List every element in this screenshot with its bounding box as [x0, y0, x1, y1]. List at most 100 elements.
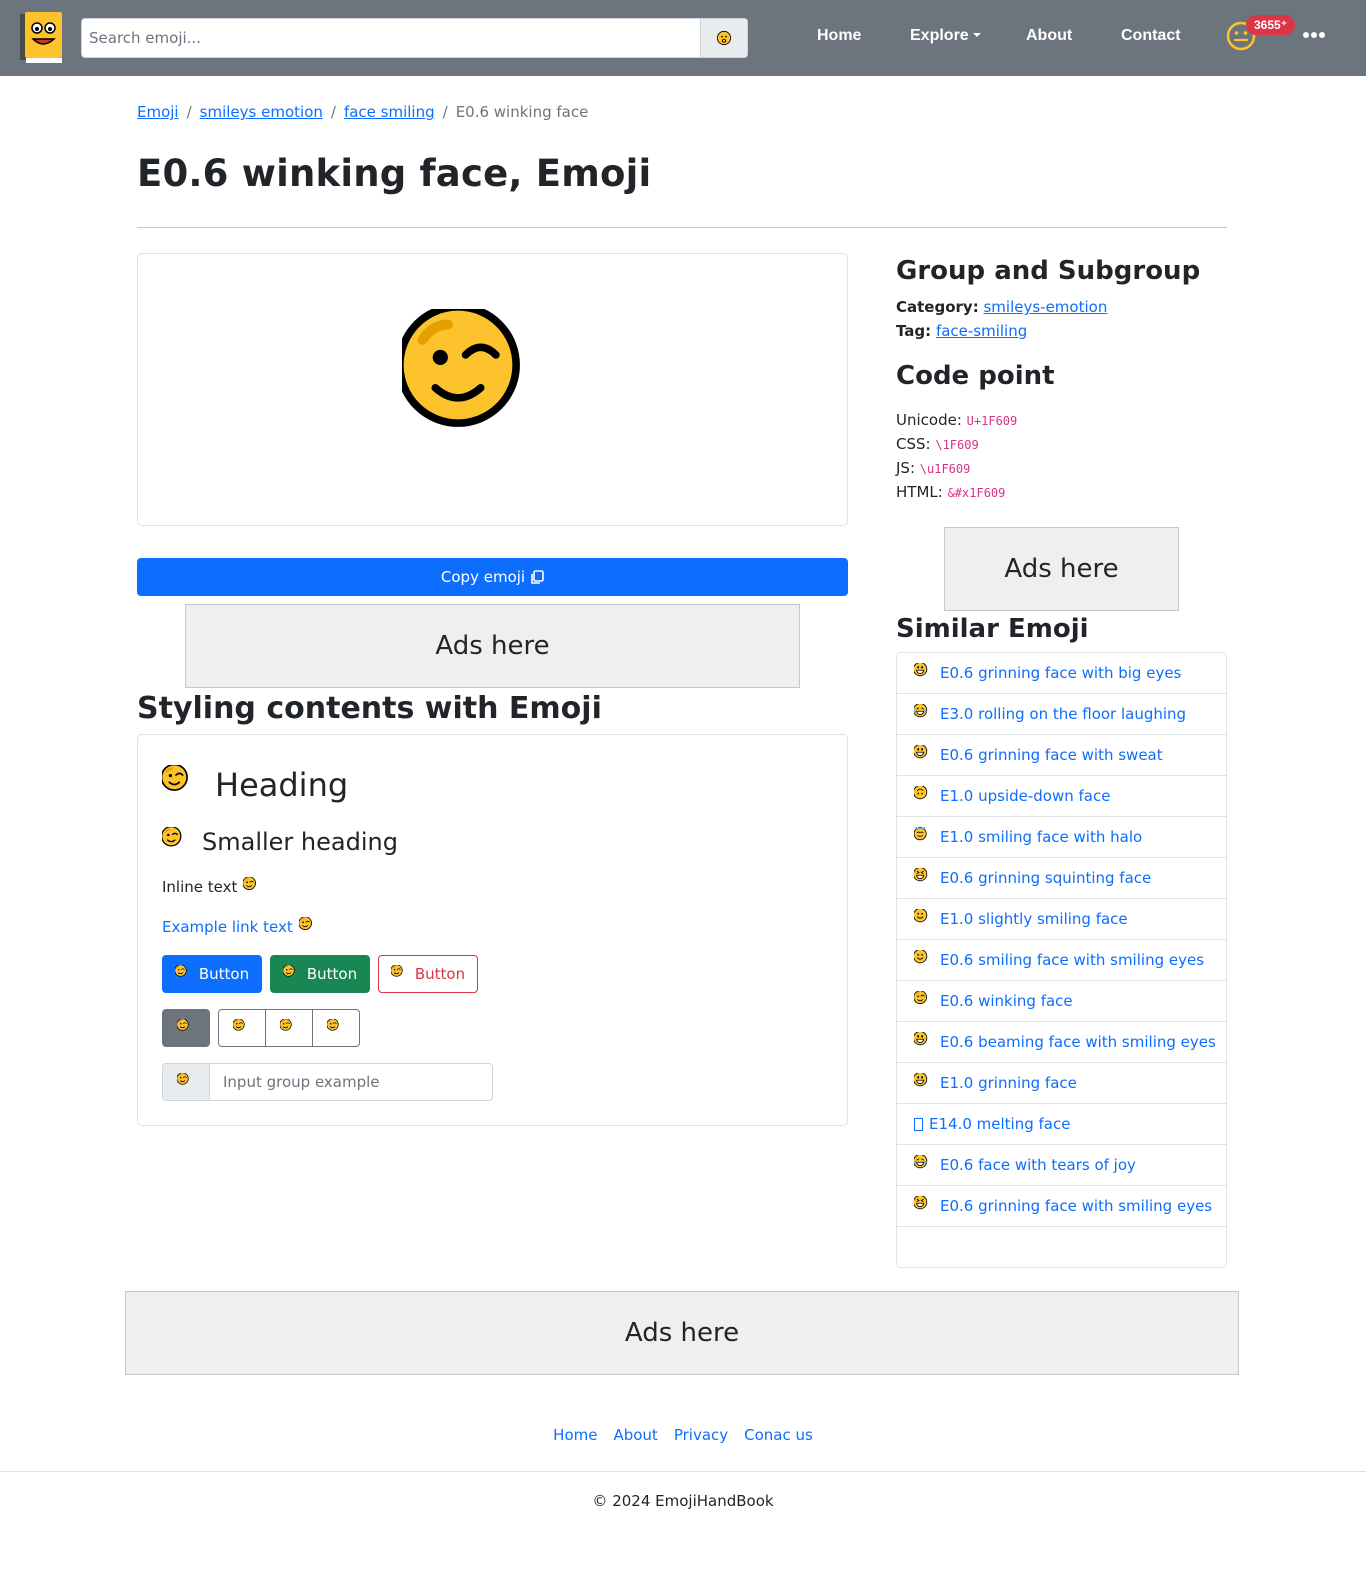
similar-emoji-item[interactable]: E1.0 slightly smiling face [897, 899, 1226, 940]
html-value: &#x1F609 [947, 486, 1006, 500]
similar-emoji-item[interactable]: E0.6 smiling face with smiling eyes [897, 940, 1226, 981]
more-options-icon[interactable] [1302, 29, 1326, 41]
search-input[interactable] [82, 19, 701, 57]
category-link[interactable]: smileys-emotion [983, 298, 1107, 316]
similar-emoji-item[interactable]: E1.0 grinning face [897, 1063, 1226, 1104]
similar-emoji-item[interactable]: E0.6 grinning face with big eyes [897, 653, 1226, 694]
similar-emoji-item[interactable]: E1.0 upside-down face [897, 776, 1226, 817]
similar-emoji-link[interactable]: E0.6 face with tears of joy [940, 1156, 1136, 1174]
footer-divider [0, 1471, 1366, 1472]
input-group-field[interactable] [211, 1064, 491, 1100]
similar-emoji-item[interactable]: E1.0 smiling face with halo [897, 817, 1226, 858]
breadcrumb-subcategory[interactable]: face smiling [344, 103, 435, 121]
ad-label: Ads here [624, 1318, 740, 1348]
styling-section-title: Styling contents with Emoji [137, 691, 602, 726]
slightly-smiling-icon [914, 909, 934, 929]
similar-emoji-empty-row [897, 1227, 1226, 1267]
squinting-icon [914, 868, 934, 888]
copy-emoji-button[interactable]: Copy emoji [137, 558, 848, 596]
similar-emoji-item[interactable]: E0.6 beaming face with smiling eyes [897, 1022, 1226, 1063]
similar-emoji-link[interactable]: E1.0 smiling face with halo [940, 828, 1142, 846]
similar-emoji-item[interactable]: E0.6 face with tears of joy [897, 1145, 1226, 1186]
unicode-line: Unicode: U+1F609 [896, 409, 1017, 432]
tag-link[interactable]: face-smiling [936, 322, 1027, 340]
footer-privacy[interactable]: Privacy [674, 1424, 728, 1446]
breadcrumb-emoji[interactable]: Emoji [137, 103, 179, 121]
demo-heading-text: Heading [215, 766, 349, 804]
similar-emoji-link[interactable]: E1.0 grinning face [940, 1074, 1077, 1092]
footer-home[interactable]: Home [553, 1424, 597, 1446]
search-bar [81, 18, 748, 58]
demo-primary-button[interactable]: Button [162, 955, 262, 993]
emojihandbook-logo[interactable] [20, 12, 63, 64]
demo-success-button[interactable]: Button [270, 955, 370, 993]
category-label: Category: [896, 298, 979, 316]
css-line: CSS: \1F609 [896, 433, 979, 456]
ad-banner-bottom: Ads here [125, 1291, 1239, 1375]
search-emoji-button[interactable] [700, 19, 747, 57]
input-addon [163, 1064, 210, 1100]
emoji-preview-card [137, 253, 848, 526]
upside-down-icon [914, 786, 934, 806]
demo-heading: Heading [162, 765, 348, 805]
similar-emoji-item[interactable]: E0.6 winking face [897, 981, 1226, 1022]
footer-contact[interactable]: Conac us [744, 1424, 813, 1446]
copy-icon [531, 569, 544, 584]
breadcrumb-category[interactable]: smileys emotion [200, 103, 323, 121]
similar-emoji-item[interactable]: E0.6 grinning face with sweat [897, 735, 1226, 776]
nav-contact[interactable]: Contact [1121, 25, 1181, 47]
winking-face-large-icon [402, 309, 584, 491]
unicode-label: Unicode: [896, 411, 962, 429]
demo-inline-text: Inline text [162, 877, 263, 897]
similar-emoji-link[interactable]: E14.0 melting face [929, 1115, 1070, 1133]
nav-about[interactable]: About [1026, 25, 1072, 47]
html-line: HTML: &#x1F609 [896, 481, 1005, 504]
nav-home[interactable]: Home [817, 25, 861, 47]
winking-face-icon [177, 1073, 195, 1091]
tears-of-joy-icon [914, 1155, 934, 1175]
worried-face-icon [714, 28, 734, 48]
demo-toggle-button[interactable] [162, 1009, 210, 1047]
button-group-item[interactable] [265, 1010, 312, 1046]
html-label: HTML: [896, 483, 943, 501]
similar-emoji-link[interactable]: E0.6 grinning squinting face [940, 869, 1151, 887]
tag-line: Tag: face-smiling [896, 320, 1027, 342]
navbar: Home Explore About Contact 3655⁺ [0, 0, 1366, 76]
similar-emoji-link[interactable]: E0.6 smiling face with smiling eyes [940, 951, 1204, 969]
similar-emoji-link[interactable]: E3.0 rolling on the floor laughing [940, 705, 1186, 723]
similar-emoji-link[interactable]: E0.6 grinning face with smiling eyes [940, 1197, 1212, 1215]
beaming-icon [914, 1032, 934, 1052]
nav-explore-dropdown[interactable]: Explore [910, 25, 981, 47]
grinning-big-eyes-icon [914, 663, 934, 683]
similar-emoji-link[interactable]: E0.6 beaming face with smiling eyes [940, 1033, 1216, 1051]
winking-face-icon [391, 965, 409, 983]
nav-explore-label: Explore [910, 27, 969, 44]
footer-about[interactable]: About [613, 1424, 657, 1446]
button-label: Button [198, 965, 250, 983]
styling-demo-card: Heading Smaller heading Inline text Exam… [137, 734, 848, 1126]
similar-emoji-link[interactable]: E0.6 grinning face with sweat [940, 746, 1163, 764]
codepoint-title: Code point [896, 361, 1055, 391]
winking-icon [914, 991, 934, 1011]
button-group-item[interactable] [312, 1010, 359, 1046]
demo-outline-danger-button[interactable]: Button [378, 955, 478, 993]
similar-emoji-item[interactable]: E0.6 grinning face with smiling eyes [897, 1186, 1226, 1227]
ad-banner-left: Ads here [185, 604, 800, 688]
grinning-sweat-icon [914, 745, 934, 765]
demo-button-group [218, 1009, 360, 1047]
similar-emoji-link[interactable]: E0.6 grinning face with big eyes [940, 664, 1181, 682]
js-label: JS: [896, 459, 915, 477]
similar-emoji-link[interactable]: E0.6 winking face [940, 992, 1073, 1010]
button-group-item[interactable] [219, 1010, 265, 1046]
winking-face-icon [175, 965, 193, 983]
similar-emoji-item[interactable]: E14.0 melting face [897, 1104, 1226, 1145]
winking-face-icon [283, 965, 301, 983]
similar-emoji-link[interactable]: E1.0 upside-down face [940, 787, 1110, 805]
similar-emoji-item[interactable]: E0.6 grinning squinting face [897, 858, 1226, 899]
rofl-icon [914, 704, 934, 724]
similar-emoji-item[interactable]: E3.0 rolling on the floor laughing [897, 694, 1226, 735]
breadcrumb-separator: / [186, 103, 192, 121]
notification-badge: 3655⁺ [1246, 15, 1296, 35]
similar-emoji-link[interactable]: E1.0 slightly smiling face [940, 910, 1128, 928]
example-link[interactable]: Example link text [162, 918, 293, 936]
